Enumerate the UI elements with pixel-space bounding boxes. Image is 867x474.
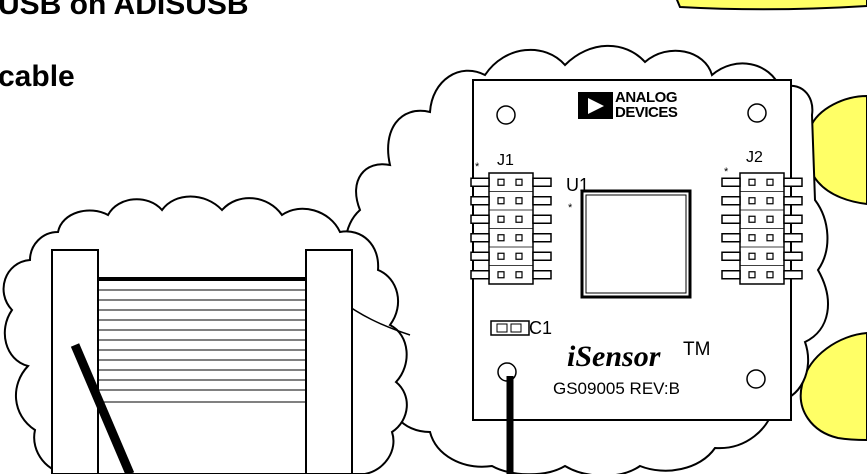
header-lead-right xyxy=(783,177,803,187)
header-lead-right xyxy=(783,214,803,224)
header-lead-left xyxy=(470,214,490,224)
header-pin xyxy=(748,178,756,186)
header-pin xyxy=(766,252,774,260)
callout-top xyxy=(676,0,867,11)
header-pin xyxy=(515,215,523,223)
pin1-marker-j1: * xyxy=(475,161,480,173)
header-pin xyxy=(515,234,523,242)
trademark: TM xyxy=(683,339,711,360)
heading-line-2: cable xyxy=(0,60,75,93)
header-pin xyxy=(766,197,774,205)
header-lead-right xyxy=(532,196,552,206)
header-pin xyxy=(497,234,505,242)
header-lead-right xyxy=(532,270,552,280)
header-pin xyxy=(497,271,505,279)
label-c1: C1 xyxy=(529,318,553,338)
label-u1: U1 xyxy=(566,175,590,195)
heading-line-1: USB on ADISUSB xyxy=(0,0,249,21)
header-pin xyxy=(748,271,756,279)
header-lead-left xyxy=(470,177,490,187)
label-j2: J2 xyxy=(746,149,763,166)
header-pin xyxy=(515,271,523,279)
header-lead-left xyxy=(721,233,741,243)
header-pin xyxy=(497,252,505,260)
header-pin xyxy=(748,197,756,205)
header-pin xyxy=(497,215,505,223)
pin1-marker-j2: * xyxy=(724,166,729,178)
header-lead-right xyxy=(783,233,803,243)
header-lead-right xyxy=(532,214,552,224)
pin1-marker-u1: * xyxy=(568,202,573,214)
header-lead-right xyxy=(783,270,803,280)
header-pin xyxy=(497,178,505,186)
capacitor-c1 xyxy=(490,320,530,336)
header-lead-left xyxy=(470,251,490,261)
product-name: iSensor xyxy=(567,340,661,373)
header-pin xyxy=(766,271,774,279)
header-pin xyxy=(766,234,774,242)
header-lead-right xyxy=(532,251,552,261)
part-number: GS09005 REV:B xyxy=(553,379,680,398)
header-lead-left xyxy=(721,270,741,280)
mounting-hole-br xyxy=(746,369,766,389)
header-pin xyxy=(766,215,774,223)
header-lead-right xyxy=(532,233,552,243)
header-pin xyxy=(748,252,756,260)
header-lead-left xyxy=(721,196,741,206)
brand-line-2: DEVICES xyxy=(615,104,678,121)
callout-right-lower xyxy=(799,331,867,441)
header-lead-right xyxy=(532,177,552,187)
chip-u1 xyxy=(580,189,692,299)
ribbon-connector-right xyxy=(305,249,353,474)
header-lead-left xyxy=(721,214,741,224)
label-j1: J1 xyxy=(497,152,514,169)
header-lead-right xyxy=(783,251,803,261)
mounting-hole-tl xyxy=(496,105,516,125)
header-pin xyxy=(748,234,756,242)
header-pin xyxy=(515,252,523,260)
analog-devices-logo xyxy=(578,92,613,119)
header-pin xyxy=(748,215,756,223)
header-pin xyxy=(497,197,505,205)
header-pin xyxy=(515,178,523,186)
header-lead-left xyxy=(470,196,490,206)
header-lead-left xyxy=(721,251,741,261)
diagram-canvas xyxy=(2,0,867,474)
mounting-hole-tr xyxy=(747,103,767,123)
header-lead-left xyxy=(470,233,490,243)
header-pin xyxy=(515,197,523,205)
header-lead-left xyxy=(470,270,490,280)
ribbon-connector-left xyxy=(51,249,99,474)
header-lead-right xyxy=(783,196,803,206)
header-lead-left xyxy=(721,177,741,187)
header-pin xyxy=(766,178,774,186)
